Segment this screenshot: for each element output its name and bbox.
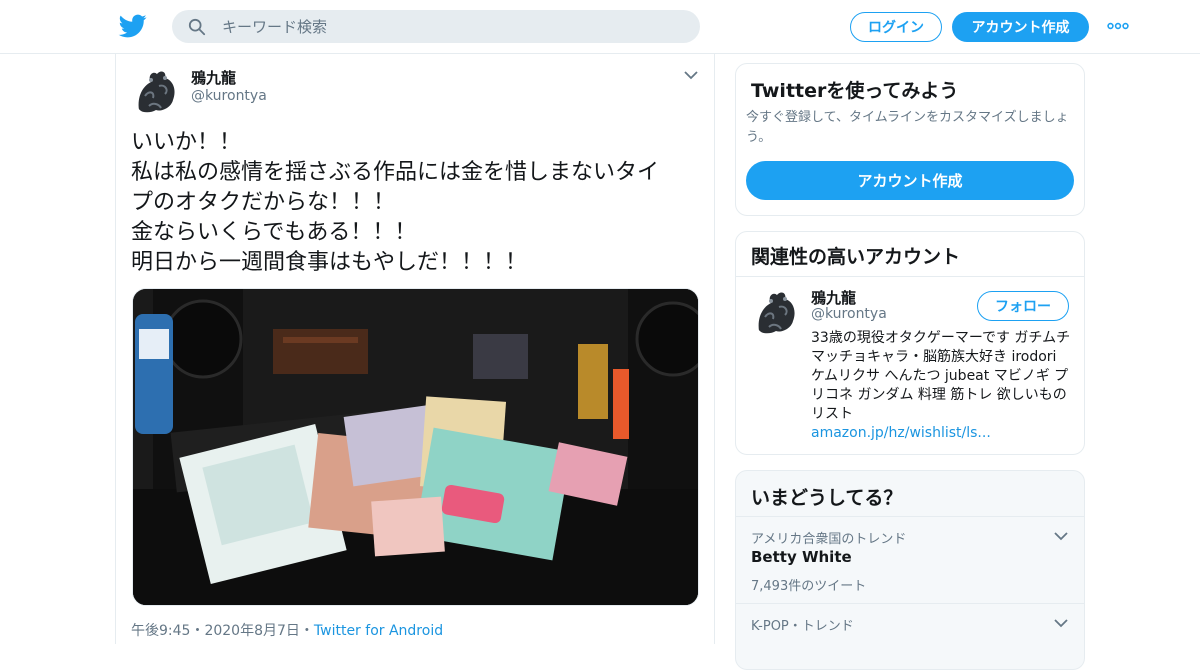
trend-item[interactable]: アメリカ合衆国のトレンド Betty White 7,493件のツイート [736,516,1084,603]
search-box[interactable] [172,10,700,43]
divider [736,276,1084,277]
chevron-down-icon[interactable] [1054,531,1068,541]
tweet-text-line: 金ならいくらでもある！！！ [131,220,417,245]
author-name[interactable]: 鴉九龍 [191,67,236,88]
card-title: Twitterを使ってみよう [751,80,959,102]
wishlist-link[interactable]: amazon.jp/hz/wishlist/ls... [811,425,991,441]
try-twitter-card: Twitterを使ってみよう 今すぐ登録して、タイムラインをカスタマイズしましょ… [735,63,1085,216]
tweet-metadata: 午後9:45・2020年8月7日・Twitter for Android [131,620,443,640]
tweet-text: いいか！！ 私は私の感情を揺さぶる作品には金を惜しまないタイ プのオタクだからな… [131,128,706,278]
follow-button[interactable]: フォロー [977,291,1069,321]
top-navigation-bar: ログイン アカウント作成 [0,0,1200,54]
tweet-text-line: プのオタクだからな！！！ [131,190,396,215]
card-title: いまどうしてる？ [751,487,903,509]
more-options-icon[interactable] [1107,18,1129,34]
author-avatar[interactable] [131,66,181,116]
trends-card: いまどうしてる？ アメリカ合衆国のトレンド Betty White 7,493件… [735,470,1085,670]
related-account-avatar[interactable] [751,287,801,337]
card-subtitle: 今すぐ登録して、タイムラインをカスタマイズしましょう。 [746,110,1069,145]
twitter-bird-logo-icon[interactable] [118,12,148,40]
signup-card-button[interactable]: アカウント作成 [746,161,1074,200]
trend-context: K-POP・トレンド [751,619,854,634]
trend-name[interactable]: Betty White [751,548,852,566]
chevron-down-icon[interactable] [1054,618,1068,628]
search-input[interactable] [222,17,662,36]
trend-item[interactable]: K-POP・トレンド [736,603,1084,669]
tweet-timestamp[interactable]: 午後9:45・2020年8月7日・ [131,623,314,639]
search-icon [188,18,206,35]
tweet-text-line: いいか！！ [131,130,242,155]
trend-tweet-count: 7,493件のツイート [751,579,867,594]
login-button[interactable]: ログイン [850,12,942,42]
trend-context: アメリカ合衆国のトレンド [751,532,907,547]
related-accounts-card: 関連性の高いアカウント 鴉九龍 @kurontya フォロー 33歳の現役オタク… [735,231,1085,455]
card-title: 関連性の高いアカウント [751,246,961,268]
tweet-text-line: 明日から一週間食事はもやしだ！！！！ [131,250,528,275]
tweet-photo[interactable] [132,288,699,606]
tweet-text-line: 私は私の感情を揺さぶる作品には金を惜しまないタイ [131,160,660,185]
account-bio: 33歳の現役オタクゲーマーです ガチムチマッチョキャラ・脳筋族大好き irodo… [811,329,1073,443]
related-account-name[interactable]: 鴉九龍 [811,287,856,308]
tweet-source-link[interactable]: Twitter for Android [314,623,443,639]
tweet-card: 鴉九龍 @kurontya いいか！！ 私は私の感情を揺さぶる作品には金を惜しま… [115,54,715,644]
bio-text: 33歳の現役オタクゲーマーです ガチムチマッチョキャラ・脳筋族大好き irodo… [811,330,1071,422]
related-account-handle[interactable]: @kurontya [811,306,887,322]
author-handle[interactable]: @kurontya [191,88,267,104]
chevron-down-icon[interactable] [684,70,698,80]
signup-button[interactable]: アカウント作成 [952,12,1089,42]
